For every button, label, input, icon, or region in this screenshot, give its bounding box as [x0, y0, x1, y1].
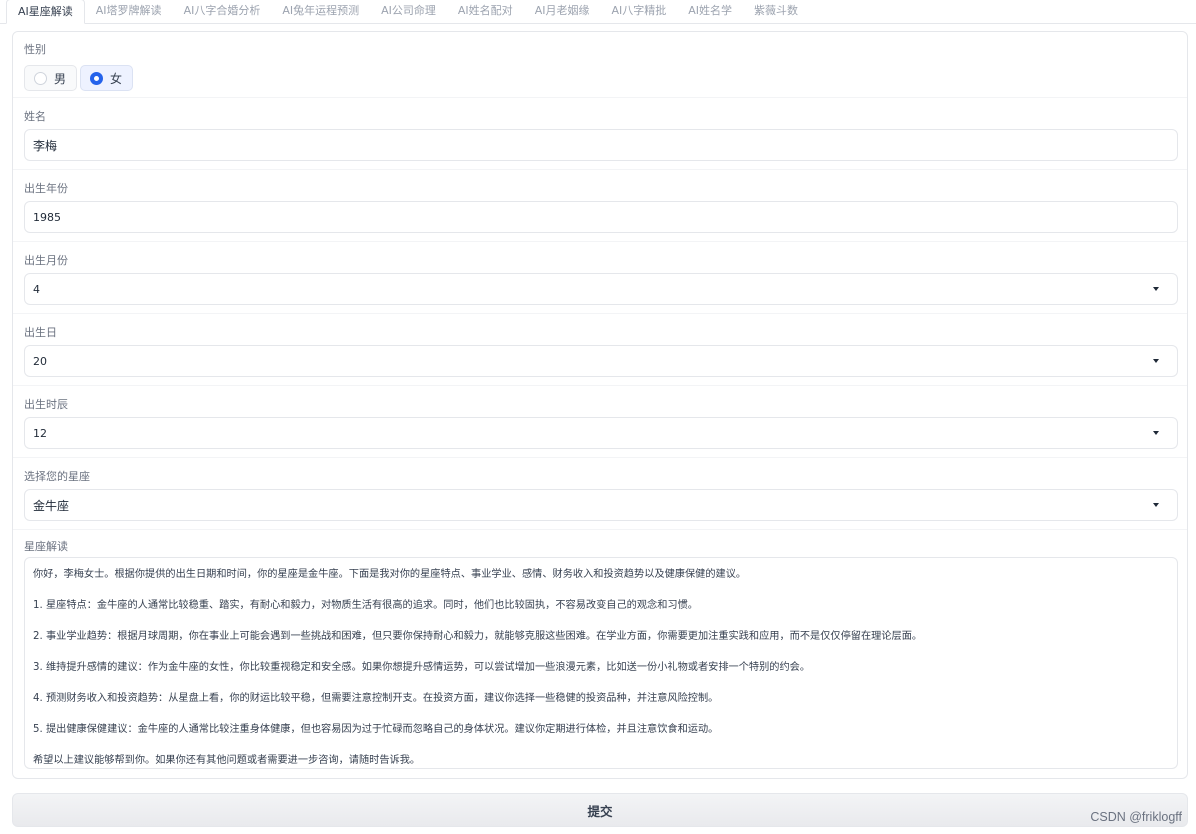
birth-hour-block: 出生时辰 12: [13, 386, 1187, 457]
birth-month-block: 出生月份 4: [13, 242, 1187, 313]
tab-ziwei[interactable]: 紫薇斗数: [743, 0, 809, 23]
gender-label: 性别: [24, 43, 46, 56]
birth-year-label: 出生年份: [24, 182, 68, 195]
watermark: CSDN @friklogff: [1090, 810, 1182, 824]
zodiac-select[interactable]: 金牛座: [24, 489, 1178, 521]
tab-bar: AI星座解读 AI塔罗牌解读 AI八字合婚分析 AI兔年运程预测 AI公司命理 …: [0, 0, 1196, 24]
gender-option-female[interactable]: 女: [80, 65, 134, 91]
birth-day-value: 20: [33, 354, 47, 368]
gender-option-label: 男: [54, 71, 67, 86]
zodiac-label: 选择您的星座: [24, 470, 90, 483]
zodiac-value: 金牛座: [33, 498, 70, 513]
birth-day-select[interactable]: 20: [24, 345, 1178, 377]
birth-day-label: 出生日: [24, 326, 57, 339]
reading-paragraph: 你好，李梅女士。根据你提供的出生日期和时间，你的星座是金牛座。下面是我对你的星座…: [33, 569, 747, 580]
name-block: 姓名 李梅: [13, 98, 1187, 169]
chevron-down-icon: [1153, 287, 1159, 291]
reading-block: 星座解读 你好，李梅女士。根据你提供的出生日期和时间，你的星座是金牛座。下面是我…: [13, 530, 1187, 778]
tab-ai-rabbit-year[interactable]: AI兔年运程预测: [271, 0, 370, 23]
reading-label: 星座解读: [24, 540, 68, 553]
reading-paragraph: 1. 星座特点：金牛座的人通常比较稳重、踏实，有耐心和毅力，对物质生活有很高的追…: [33, 600, 698, 611]
birth-month-label: 出生月份: [24, 254, 68, 267]
birth-hour-label: 出生时辰: [24, 398, 68, 411]
tab-ai-horoscope[interactable]: AI星座解读: [6, 0, 85, 24]
gender-block: 性别 男 女: [13, 32, 1187, 97]
reading-paragraph: 4. 预测财务收入和投资趋势：从星盘上看，你的财运比较平稳，但需要注意控制开支。…: [33, 693, 719, 704]
birth-hour-select[interactable]: 12: [24, 417, 1178, 449]
birth-month-select[interactable]: 4: [24, 273, 1178, 305]
radio-icon: [34, 71, 47, 85]
reading-paragraph: 3. 维持提升感情的建议：作为金牛座的女性，你比较重视稳定和安全感。如果你想提升…: [33, 662, 811, 673]
birth-year-block: 出生年份 1985: [13, 170, 1187, 241]
reading-paragraph: 2. 事业学业趋势：根据月球周期，你在事业上可能会遇到一些挑战和困难，但只要你保…: [33, 631, 923, 642]
chevron-down-icon: [1153, 431, 1159, 435]
reading-paragraph: 5. 提出健康保健建议：金牛座的人通常比较注重身体健康，但也容易因为过于忙碌而忽…: [33, 724, 719, 735]
chevron-down-icon: [1153, 503, 1159, 507]
tab-ai-name-match[interactable]: AI姓名配对: [447, 0, 524, 23]
tab-ai-company-fortune[interactable]: AI公司命理: [370, 0, 447, 23]
name-label: 姓名: [24, 110, 46, 123]
zodiac-block: 选择您的星座 金牛座: [13, 458, 1187, 529]
tab-ai-bazi-marriage[interactable]: AI八字合婚分析: [173, 0, 272, 23]
tab-ai-matchmaker[interactable]: AI月老姻缘: [524, 0, 601, 23]
birth-hour-value: 12: [33, 426, 47, 440]
chevron-down-icon: [1153, 359, 1159, 363]
birth-year-input[interactable]: 1985: [24, 201, 1178, 233]
reading-paragraph: 希望以上建议能够帮到你。如果你还有其他问题或者需要进一步咨询，请随时告诉我。: [33, 755, 421, 766]
tab-ai-tarot[interactable]: AI塔罗牌解读: [85, 0, 173, 23]
form-panel: 性别 男 女 姓名 李梅 出生年份 1985 出生月份 4 出生日 20 出生时…: [12, 31, 1188, 779]
birth-day-block: 出生日 20: [13, 314, 1187, 385]
reading-output[interactable]: 你好，李梅女士。根据你提供的出生日期和时间，你的星座是金牛座。下面是我对你的星座…: [24, 557, 1178, 769]
radio-checked-icon: [90, 71, 103, 85]
gender-option-label: 女: [110, 71, 123, 86]
gender-option-male[interactable]: 男: [24, 65, 78, 91]
tab-ai-name-study[interactable]: AI姓名学: [677, 0, 743, 23]
tab-ai-bazi-detail[interactable]: AI八字精批: [600, 0, 677, 23]
submit-button[interactable]: 提交: [12, 793, 1188, 827]
birth-month-value: 4: [33, 282, 40, 296]
name-input[interactable]: 李梅: [24, 129, 1178, 161]
